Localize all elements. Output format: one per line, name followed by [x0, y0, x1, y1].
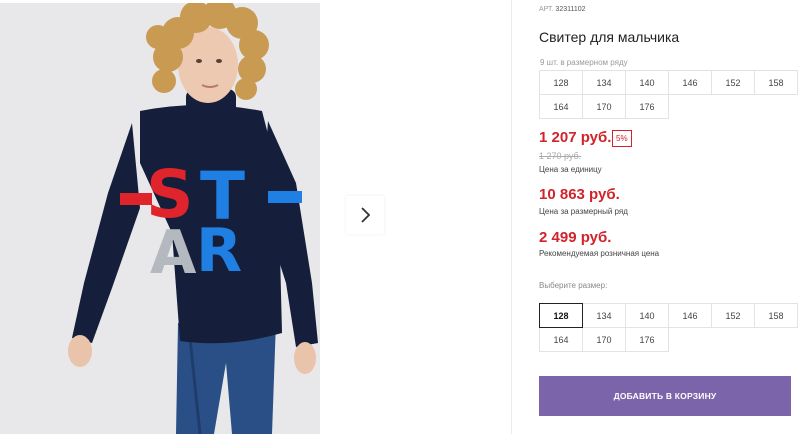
size-option-158[interactable]: 158 — [754, 303, 798, 328]
rrp-price-label: Рекомендуемая розничная цена — [539, 249, 660, 258]
size-range-cell: 140 — [625, 70, 669, 95]
product-gallery: S T A R — [0, 0, 512, 434]
product-photo: S T A R — [0, 3, 320, 434]
product-title: Свитер для мальчика — [539, 29, 680, 45]
size-range-cell: 146 — [668, 70, 712, 95]
size-range-cell: 134 — [582, 70, 626, 95]
size-option-164[interactable]: 164 — [539, 327, 583, 352]
set-price: 10 863 руб. — [539, 186, 620, 203]
rrp-price: 2 499 руб. — [539, 229, 612, 246]
size-range-grid: 128 134 140 146 152 158 164 170 176 — [539, 70, 798, 119]
size-range-cell: 176 — [625, 94, 669, 119]
size-option-170[interactable]: 170 — [582, 327, 626, 352]
article-label: АРТ. — [539, 6, 554, 13]
next-image-button[interactable] — [346, 196, 384, 234]
size-option-128[interactable]: 128 — [539, 303, 583, 328]
chevron-right-icon — [361, 207, 371, 223]
unit-price: 1 207 руб. — [539, 129, 612, 146]
article-number: АРТ. 32311102 — [539, 6, 586, 13]
size-option-152[interactable]: 152 — [711, 303, 755, 328]
size-range-cell: 152 — [711, 70, 755, 95]
size-picker: 128 134 140 146 152 158 164 170 176 — [539, 303, 798, 352]
size-range-cell: 170 — [582, 94, 626, 119]
set-count: 9 шт. в размерном ряду — [540, 58, 628, 67]
old-price: 1 270 руб. — [539, 151, 582, 161]
size-range-cell: 158 — [754, 70, 798, 95]
discount-badge: 5% — [612, 130, 632, 147]
unit-price-label: Цена за единицу — [539, 165, 602, 174]
add-to-cart-button[interactable]: ДОБАВИТЬ В КОРЗИНУ — [539, 376, 791, 416]
size-range-cell: 164 — [539, 94, 583, 119]
sweater-letter-a: A — [150, 218, 197, 288]
size-option-134[interactable]: 134 — [582, 303, 626, 328]
choose-size-label: Выберите размер: — [539, 281, 608, 290]
size-option-146[interactable]: 146 — [668, 303, 712, 328]
boy-in-sweater-illustration: S T A R — [0, 3, 320, 434]
size-range-cell: 128 — [539, 70, 583, 95]
size-option-140[interactable]: 140 — [625, 303, 669, 328]
set-price-label: Цена за размерный ряд — [539, 207, 628, 216]
size-option-176[interactable]: 176 — [625, 327, 669, 352]
article-value: 32311102 — [555, 6, 586, 13]
sweater-letter-r: R — [196, 216, 242, 286]
